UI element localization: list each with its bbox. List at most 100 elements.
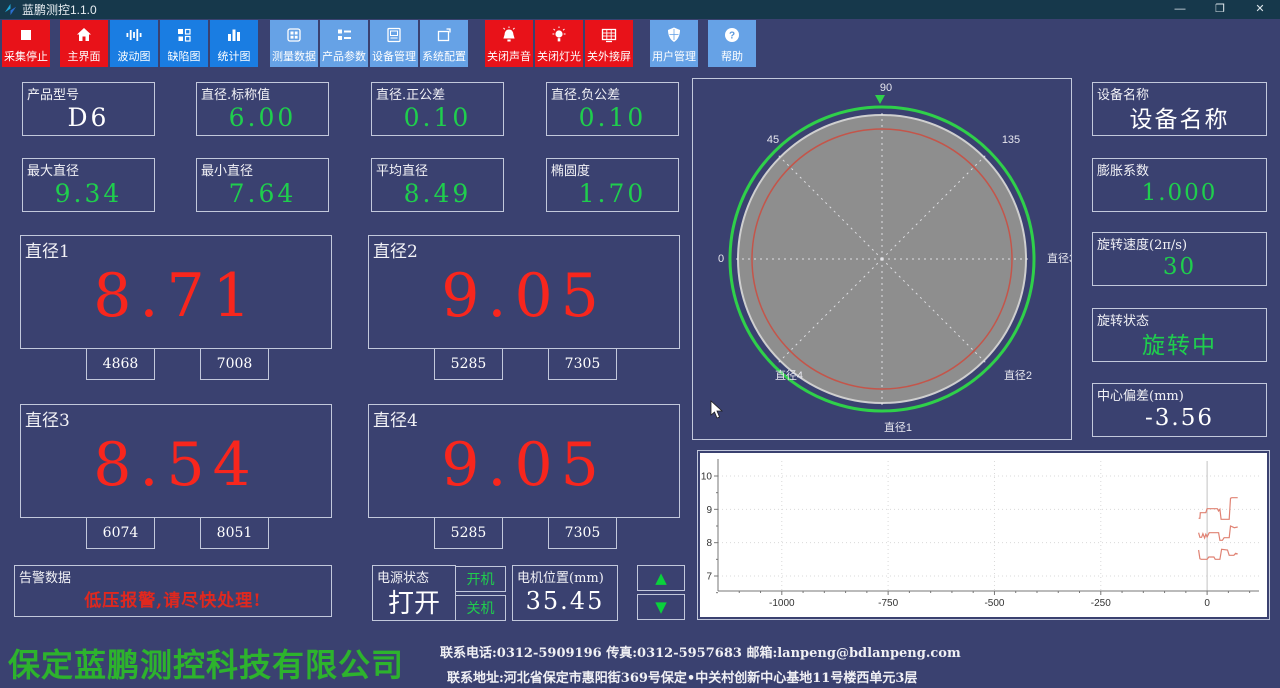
svg-text:-750: -750 <box>878 598 898 609</box>
svg-text:-250: -250 <box>1091 598 1111 609</box>
toolbar-button-3[interactable]: 波动图 <box>110 20 158 67</box>
config-icon <box>434 25 454 45</box>
alarm-message: 低压报警,请尽快处理! <box>15 580 331 616</box>
toolbar-button-12[interactable]: 关外接屏 <box>585 20 633 67</box>
stat-value: 1.70 <box>547 175 678 211</box>
stat-panel-7: 平均直径8.49 <box>371 158 504 212</box>
stat-value: 0.10 <box>372 99 503 135</box>
toolbar-button-6[interactable]: 测量数据 <box>270 20 318 67</box>
toolbar-button-13[interactable]: 用户管理 <box>650 20 698 67</box>
toolbar-button-label: 关闭声音 <box>487 48 531 64</box>
window-title: 蓝鹏测控1.1.0 <box>22 1 97 18</box>
svg-text:直径3: 直径3 <box>1047 251 1071 265</box>
stat-value: 6.00 <box>197 99 328 135</box>
power-status-value: 打开 <box>373 582 455 620</box>
toolbar-button-label: 关闭灯光 <box>537 48 581 64</box>
svg-text:-500: -500 <box>984 598 1004 609</box>
sensor-count-1: 5285 <box>434 348 503 380</box>
svg-text:90: 90 <box>880 82 892 94</box>
power-off-button[interactable]: 关机 <box>455 595 506 621</box>
device-panel-4: 旋转状态旋转中 <box>1092 308 1267 362</box>
toolbar-button-label: 统计图 <box>218 48 251 64</box>
polar-cross-section: 90451350直径3直径4直径2直径1 <box>693 79 1071 439</box>
alarm-bell-icon <box>499 25 519 45</box>
device-panel-value: 旋转中 <box>1093 325 1266 361</box>
toolbar-button-label: 帮助 <box>721 48 743 64</box>
svg-text:0: 0 <box>718 253 724 265</box>
stat-value: 7.64 <box>197 175 328 211</box>
toolbar-button-label: 系统配置 <box>422 48 466 64</box>
diameter-box: 直径49.05 <box>368 404 680 518</box>
svg-text:45: 45 <box>767 134 779 146</box>
toolbar-button-label: 关外接屏 <box>587 48 631 64</box>
toolbar-button-8[interactable]: 设备管理 <box>370 20 418 67</box>
motor-position-value: 35.45 <box>513 582 617 620</box>
app-window: 蓝鹏测控1.1.0 — ❐ ✕ 采集停止主界面波动图 缺陷图 统计图 测量数据产品参数… <box>0 0 1280 688</box>
sensor-count-2: 7305 <box>548 348 617 380</box>
stat-panel-6: 最小直径7.64 <box>196 158 329 212</box>
toolbar: 采集停止主界面波动图 缺陷图 统计图 测量数据产品参数设备管理系统配置 关闭声音关闭灯光… <box>0 20 758 67</box>
trend-chart: 78910-1000-750-500-2500 <box>700 453 1267 617</box>
defect-icon <box>174 25 194 45</box>
alarm-panel: 告警数据 低压报警,请尽快处理! <box>14 565 332 617</box>
toolbar-button-1[interactable]: 采集停止 <box>2 20 50 67</box>
trend-chart-panel: 78910-1000-750-500-2500 <box>697 450 1270 620</box>
data-icon <box>284 25 304 45</box>
stat-panel-1: 产品型号D6 <box>22 82 155 136</box>
sensor-count-2: 7305 <box>548 517 617 549</box>
bulb-icon <box>549 25 569 45</box>
polar-view-panel: 90451350直径3直径4直径2直径1 <box>692 78 1072 440</box>
power-on-button[interactable]: 开机 <box>455 566 506 592</box>
minimize-button[interactable]: — <box>1160 0 1200 19</box>
diameter-value: 8.71 <box>21 244 331 348</box>
contact-phone-line: 联系电话:0312-5909196 传真:0312-5957683 邮箱:lan… <box>440 642 961 661</box>
toolbar-button-10[interactable]: 关闭声音 <box>485 20 533 67</box>
diameter-box: 直径29.05 <box>368 235 680 349</box>
toolbar-button-14[interactable]: ?帮助 <box>708 20 756 67</box>
toolbar-button-2[interactable]: 主界面 <box>60 20 108 67</box>
diameter-box: 直径18.71 <box>20 235 332 349</box>
toolbar-button-label: 波动图 <box>118 48 151 64</box>
svg-text:直径1: 直径1 <box>884 420 912 434</box>
device-panel-value: 设备名称 <box>1093 99 1266 135</box>
sensor-count-2: 8051 <box>200 517 269 549</box>
close-button[interactable]: ✕ <box>1240 0 1280 19</box>
stat-value: 0.10 <box>547 99 678 135</box>
device-panel-value: -3.56 <box>1093 400 1266 436</box>
barchart-icon <box>224 25 244 45</box>
toolbar-button-label: 测量数据 <box>272 48 316 64</box>
svg-text:9: 9 <box>706 505 712 516</box>
sensor-count-1: 5285 <box>434 517 503 549</box>
diameter-value: 9.05 <box>369 244 679 348</box>
maximize-button[interactable]: ❐ <box>1200 0 1240 19</box>
device-icon <box>384 25 404 45</box>
toolbar-button-5[interactable]: 统计图 <box>210 20 258 67</box>
stat-value: 9.34 <box>23 175 154 211</box>
toolbar-button-7[interactable]: 产品参数 <box>320 20 368 67</box>
motor-up-button[interactable]: ▲ <box>637 565 685 591</box>
contact-address-line: 联系地址:河北省保定市惠阳街369号保定•中关村创新中心基地11号楼西单元3层 <box>447 667 917 686</box>
svg-text:-1000: -1000 <box>769 598 795 609</box>
toolbar-button-label: 产品参数 <box>322 48 366 64</box>
sensor-count-1: 6074 <box>86 517 155 549</box>
stat-panel-2: 直径.标称值6.00 <box>196 82 329 136</box>
down-arrow-icon: ▼ <box>655 598 667 616</box>
device-panel-5: 中心偏差(mm)-3.56 <box>1092 383 1267 437</box>
diameter-value: 8.54 <box>21 413 331 517</box>
toolbar-button-11[interactable]: 关闭灯光 <box>535 20 583 67</box>
svg-text:直径4: 直径4 <box>775 368 803 382</box>
company-name: 保定蓝鹏测控科技有限公司 <box>8 640 404 686</box>
shield-icon <box>664 25 684 45</box>
svg-text:135: 135 <box>1002 134 1020 146</box>
wave-icon <box>124 25 144 45</box>
toolbar-button-4[interactable]: 缺陷图 <box>160 20 208 67</box>
svg-text:8: 8 <box>706 538 712 549</box>
motor-position-panel: 电机位置(mm) 35.45 <box>512 565 618 621</box>
stat-panel-4: 直径.负公差0.10 <box>546 82 679 136</box>
stat-value: 8.49 <box>372 175 503 211</box>
svg-text:10: 10 <box>701 472 713 483</box>
toolbar-button-9[interactable]: 系统配置 <box>420 20 468 67</box>
toolbar-button-label: 缺陷图 <box>168 48 201 64</box>
motor-down-button[interactable]: ▼ <box>637 594 685 620</box>
toolbar-button-label: 采集停止 <box>4 48 48 64</box>
